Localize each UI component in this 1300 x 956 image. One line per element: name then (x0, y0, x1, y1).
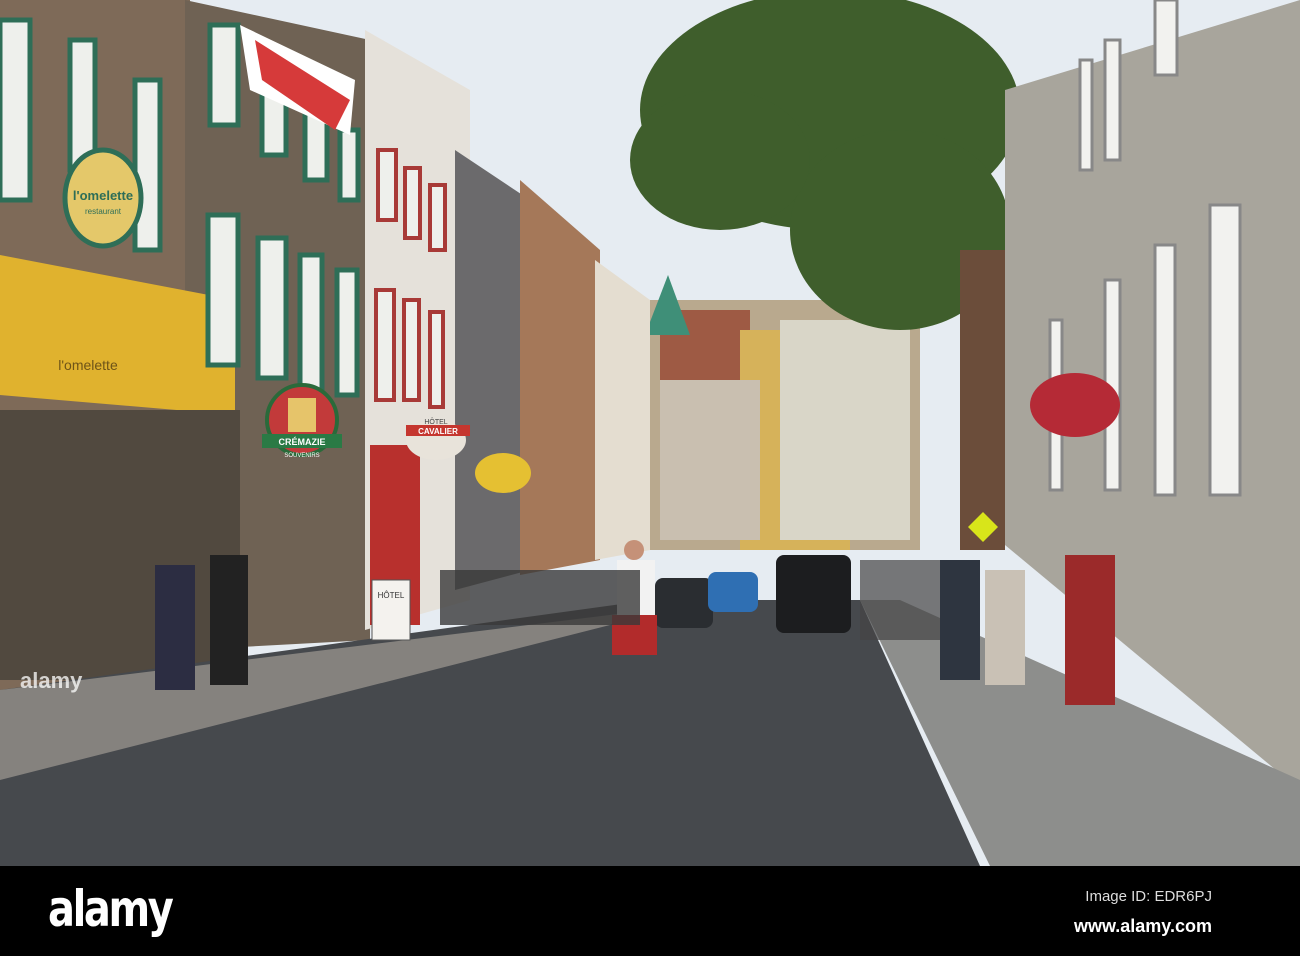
hotel-board-text: HÔTEL (378, 591, 405, 600)
street-photo: l'omelette restaurant l'omelette CRÉMAZI… (0, 0, 1300, 866)
awning-text: l'omelette (58, 357, 118, 373)
yellow-shop-sign (475, 453, 531, 493)
cremazie-sub: SOUVENIRS (284, 453, 319, 459)
alamy-logo: alamy (48, 880, 174, 938)
footer-bar: alamy Image ID: EDR6PJ www.alamy.com (0, 866, 1300, 956)
cavalier-line2: CAVALIER (418, 427, 458, 436)
cavalier-line1: HÔTEL (424, 417, 447, 426)
omelette-sign: l'omelette restaurant (62, 147, 144, 249)
cremazie-name: CRÉMAZIE (279, 437, 326, 447)
cremazie-sign: CRÉMAZIE SOUVENIRS (262, 383, 342, 459)
website-link[interactable]: www.alamy.com (1074, 916, 1212, 937)
hanging-flower-basket (1030, 373, 1120, 437)
watermark: alamy (20, 668, 83, 693)
omelette-sign-sub: restaurant (85, 207, 122, 216)
omelette-sign-name: l'omelette (73, 188, 133, 203)
image-id: Image ID: EDR6PJ (1085, 888, 1212, 905)
hotel-sandwich-board: HÔTEL (371, 579, 411, 641)
